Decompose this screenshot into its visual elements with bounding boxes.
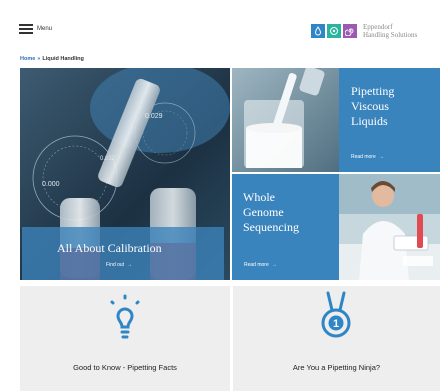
target-icon: [327, 24, 341, 38]
sequencing-read-more-link[interactable]: Read more →: [244, 262, 277, 268]
read-more-label: Read more: [244, 262, 269, 268]
sequencing-photo[interactable]: [339, 174, 440, 280]
calibration-caption-panel: All About Calibration Find out →: [22, 227, 224, 280]
svg-text:0.012: 0.012: [100, 156, 116, 162]
menu-button[interactable]: Menu: [19, 24, 53, 34]
find-out-label: Find out: [106, 262, 125, 268]
scientist-photo: [339, 174, 440, 280]
viscous-liquids-photo[interactable]: [232, 68, 339, 172]
viscous-title: Pipetting Viscous Liquids: [351, 84, 394, 129]
svg-text:0.029: 0.029: [145, 113, 163, 120]
breadcrumb: Home» Liquid Handling: [20, 56, 84, 62]
arrow-right-icon: →: [378, 154, 384, 160]
pipetting-ninja-label: Are You a Pipetting Ninja?: [292, 363, 381, 372]
lightbulb-icon: [110, 294, 140, 339]
sequencing-title: Whole Genome Sequencing: [243, 190, 299, 235]
viscous-title-line-1: Pipetting: [351, 84, 395, 98]
breadcrumb-separator: »: [37, 56, 41, 62]
tile-pipetting-viscous-liquids[interactable]: Pipetting Viscous Liquids Read more →: [339, 68, 440, 172]
sequencing-title-line-3: Sequencing: [243, 220, 299, 234]
drop-icon: [311, 24, 325, 38]
pipetting-facts-label: Good to Know - Pipetting Facts: [73, 363, 177, 372]
viscous-title-line-3: Liquids: [351, 114, 388, 128]
read-more-label: Read more: [351, 154, 376, 160]
arrow-right-icon: →: [271, 262, 277, 268]
arrow-right-icon: →: [127, 262, 133, 268]
sequencing-title-line-2: Genome: [243, 205, 284, 219]
breadcrumb-current: Liquid Handling: [42, 56, 84, 62]
site-header: Menu Eppendorf Handling Solutions: [0, 0, 440, 50]
calibration-find-out-link[interactable]: Find out →: [106, 262, 132, 268]
brand-logo[interactable]: Eppendorf Handling Solutions: [311, 23, 417, 39]
card-pipetting-ninja[interactable]: 1 Are You a Pipetting Ninja?: [233, 286, 440, 391]
beaker-photo: [232, 68, 339, 172]
brand-name: Eppendorf Handling Solutions: [363, 23, 417, 39]
spiral-icon: [343, 24, 357, 38]
viscous-title-line-2: Viscous: [351, 99, 389, 113]
brand-line-1: Eppendorf: [363, 23, 393, 31]
calibration-title: All About Calibration: [57, 241, 162, 255]
card-pipetting-facts[interactable]: Good to Know - Pipetting Facts: [20, 286, 230, 391]
svg-text:0.000: 0.000: [42, 181, 60, 188]
breadcrumb-home[interactable]: Home: [20, 56, 35, 62]
tile-whole-genome-sequencing[interactable]: Whole Genome Sequencing Read more →: [232, 174, 339, 280]
viscous-read-more-link[interactable]: Read more →: [351, 154, 384, 160]
sequencing-title-line-1: Whole: [243, 190, 275, 204]
menu-label: Menu: [37, 25, 53, 32]
medal-icon: 1: [321, 291, 351, 338]
hamburger-icon: [19, 24, 33, 34]
tile-all-about-calibration[interactable]: 0.000 0.029 0.012 All About Calibration …: [20, 68, 230, 280]
medal-number: 1: [333, 318, 339, 330]
brand-line-2: Handling Solutions: [363, 31, 418, 39]
